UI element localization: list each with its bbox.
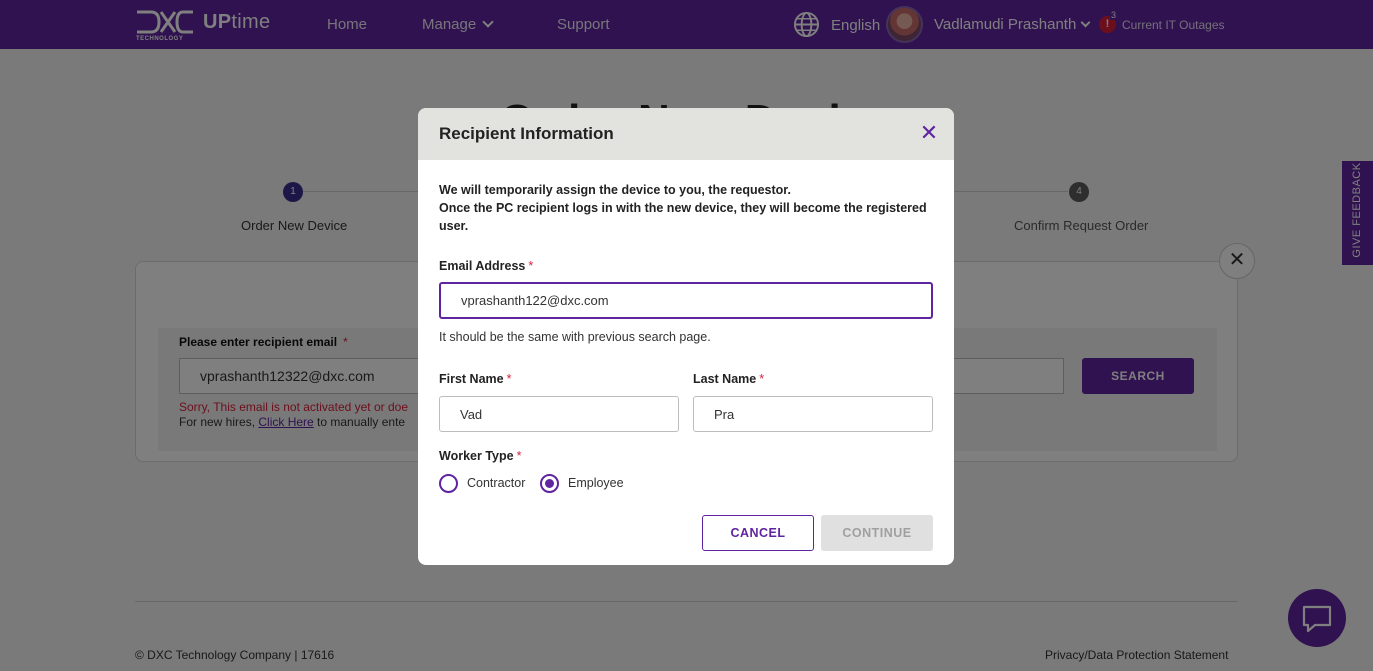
recipient-information-dialog: Recipient Information ✕ We will temporar… (418, 108, 954, 565)
first-name-label: First Name * (439, 372, 512, 386)
dialog-title: Recipient Information (439, 124, 614, 143)
close-icon[interactable]: ✕ (919, 122, 939, 144)
continue-button[interactable]: CONTINUE (821, 515, 933, 551)
last-name-label: Last Name * (693, 372, 765, 386)
worker-type-employee-label[interactable]: Employee (568, 476, 624, 490)
cancel-button[interactable]: CANCEL (702, 515, 814, 551)
worker-type-employee-radio[interactable] (540, 474, 559, 493)
worker-type-label: Worker Type * (439, 449, 522, 463)
email-address-label: Email Address * (439, 259, 534, 273)
last-name-input[interactable] (693, 396, 933, 432)
first-name-input[interactable] (439, 396, 679, 432)
dialog-intro-text: We will temporarily assign the device to… (439, 183, 927, 233)
worker-type-contractor-label[interactable]: Contractor (467, 476, 525, 490)
email-address-input[interactable] (439, 282, 933, 319)
worker-type-contractor-radio[interactable] (439, 474, 458, 493)
email-hint: It should be the same with previous sear… (439, 330, 711, 344)
